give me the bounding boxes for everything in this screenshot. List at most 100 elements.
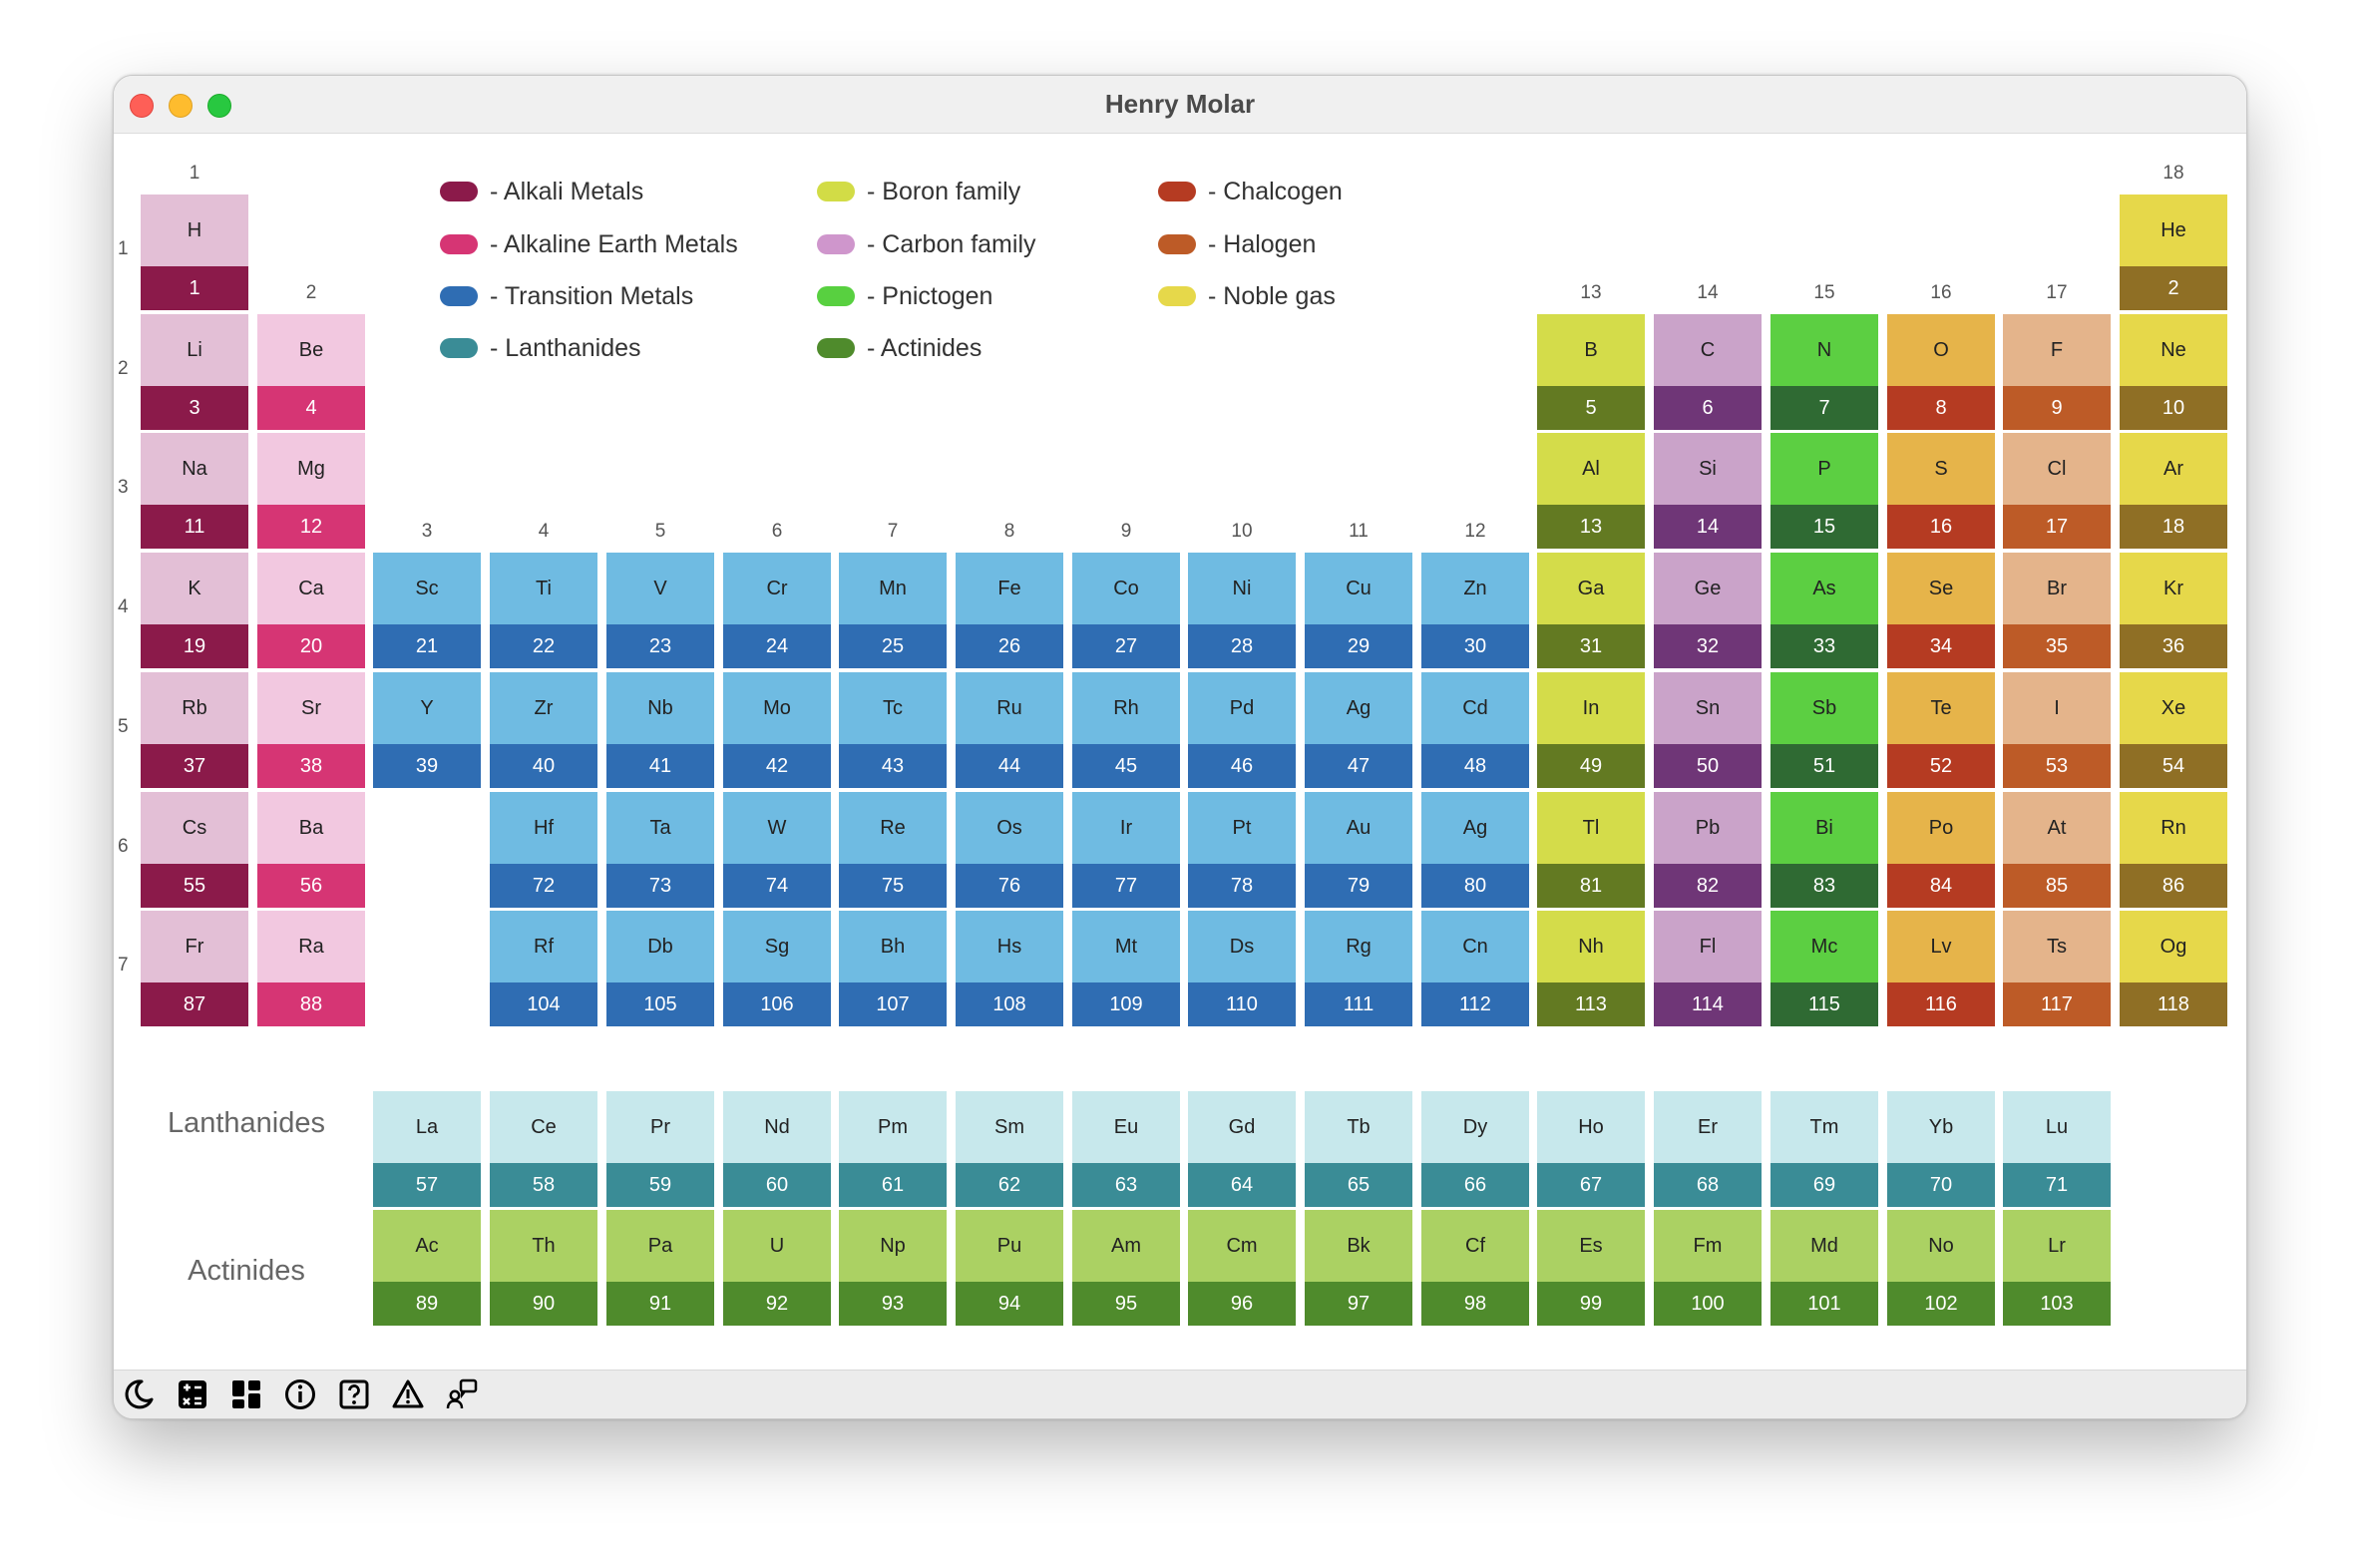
element-cell-pb-82[interactable]: Pb 82 xyxy=(1654,792,1762,908)
element-cell-u-92[interactable]: U 92 xyxy=(723,1210,831,1326)
element-cell-hf-72[interactable]: Hf 72 xyxy=(490,792,597,908)
element-cell-ra-88[interactable]: Ra 88 xyxy=(257,911,365,1026)
element-cell-n-7[interactable]: N7 xyxy=(1770,314,1878,430)
element-cell-sg-106[interactable]: Sg 106 xyxy=(723,911,831,1026)
element-cell-b-5[interactable]: B5 xyxy=(1537,314,1645,430)
element-cell-c-6[interactable]: C6 xyxy=(1654,314,1762,430)
warning-icon[interactable] xyxy=(391,1377,425,1411)
element-cell-pa-91[interactable]: Pa 91 xyxy=(606,1210,714,1326)
element-cell-sr-38[interactable]: Sr 38 xyxy=(257,672,365,788)
element-cell-nh-113[interactable]: Nh 113 xyxy=(1537,911,1645,1026)
element-cell-hs-108[interactable]: Hs 108 xyxy=(956,911,1063,1026)
element-cell-o-8[interactable]: O8 xyxy=(1887,314,1995,430)
element-cell-mn-25[interactable]: Mn 25 xyxy=(839,553,947,668)
element-cell-si-14[interactable]: Si 14 xyxy=(1654,433,1762,549)
element-cell-pt-78[interactable]: Pt 78 xyxy=(1188,792,1296,908)
info-icon[interactable] xyxy=(283,1377,317,1411)
element-cell-fl-114[interactable]: Fl 114 xyxy=(1654,911,1762,1026)
element-cell-mo-42[interactable]: Mo 42 xyxy=(723,672,831,788)
element-cell-cu-29[interactable]: Cu 29 xyxy=(1305,553,1412,668)
element-cell-re-75[interactable]: Re 75 xyxy=(839,792,947,908)
element-cell-p-15[interactable]: P 15 xyxy=(1770,433,1878,549)
element-cell-la-57[interactable]: La 57 xyxy=(373,1091,481,1207)
element-cell-tc-43[interactable]: Tc 43 xyxy=(839,672,947,788)
element-cell-ds-110[interactable]: Ds 110 xyxy=(1188,911,1296,1026)
element-cell-y-39[interactable]: Y 39 xyxy=(373,672,481,788)
element-cell-lr-103[interactable]: Lr 103 xyxy=(2003,1210,2111,1326)
element-cell-mt-109[interactable]: Mt 109 xyxy=(1072,911,1180,1026)
element-cell-bh-107[interactable]: Bh 107 xyxy=(839,911,947,1026)
help-icon[interactable] xyxy=(337,1377,371,1411)
element-cell-li-3[interactable]: Li 3 xyxy=(141,314,248,430)
element-cell-cs-55[interactable]: Cs 55 xyxy=(141,792,248,908)
element-cell-tb-65[interactable]: Tb 65 xyxy=(1305,1091,1412,1207)
element-cell-sb-51[interactable]: Sb 51 xyxy=(1770,672,1878,788)
element-cell-kr-36[interactable]: Kr 36 xyxy=(2120,553,2227,668)
element-cell-xe-54[interactable]: Xe 54 xyxy=(2120,672,2227,788)
element-cell-as-33[interactable]: As 33 xyxy=(1770,553,1878,668)
element-cell-th-90[interactable]: Th 90 xyxy=(490,1210,597,1326)
element-cell-cm-96[interactable]: Cm 96 xyxy=(1188,1210,1296,1326)
element-cell-co-27[interactable]: Co 27 xyxy=(1072,553,1180,668)
element-cell-rf-104[interactable]: Rf 104 xyxy=(490,911,597,1026)
element-cell-at-85[interactable]: At 85 xyxy=(2003,792,2111,908)
element-cell-bk-97[interactable]: Bk 97 xyxy=(1305,1210,1412,1326)
element-cell-ag-47[interactable]: Ag 47 xyxy=(1305,672,1412,788)
element-cell-zn-30[interactable]: Zn 30 xyxy=(1421,553,1529,668)
element-cell-ne-10[interactable]: Ne 10 xyxy=(2120,314,2227,430)
element-cell-cn-112[interactable]: Cn 112 xyxy=(1421,911,1529,1026)
element-cell-cl-17[interactable]: Cl 17 xyxy=(2003,433,2111,549)
element-cell-f-9[interactable]: F9 xyxy=(2003,314,2111,430)
element-cell-ni-28[interactable]: Ni 28 xyxy=(1188,553,1296,668)
element-cell-eu-63[interactable]: Eu 63 xyxy=(1072,1091,1180,1207)
moon-icon[interactable] xyxy=(122,1377,156,1411)
element-cell-lv-116[interactable]: Lv 116 xyxy=(1887,911,1995,1026)
element-cell-sn-50[interactable]: Sn 50 xyxy=(1654,672,1762,788)
element-cell-ir-77[interactable]: Ir 77 xyxy=(1072,792,1180,908)
element-cell-fe-26[interactable]: Fe 26 xyxy=(956,553,1063,668)
element-cell-og-118[interactable]: Og 118 xyxy=(2120,911,2227,1026)
element-cell-cf-98[interactable]: Cf 98 xyxy=(1421,1210,1529,1326)
element-cell-tl-81[interactable]: Tl 81 xyxy=(1537,792,1645,908)
element-cell-os-76[interactable]: Os 76 xyxy=(956,792,1063,908)
element-cell-sm-62[interactable]: Sm 62 xyxy=(956,1091,1063,1207)
element-cell-h-1[interactable]: H1 xyxy=(141,195,248,310)
element-cell-db-105[interactable]: Db 105 xyxy=(606,911,714,1026)
element-cell-rg-111[interactable]: Rg 111 xyxy=(1305,911,1412,1026)
element-cell-md-101[interactable]: Md 101 xyxy=(1770,1210,1878,1326)
element-cell-s-16[interactable]: S 16 xyxy=(1887,433,1995,549)
element-cell-rb-37[interactable]: Rb 37 xyxy=(141,672,248,788)
element-cell-rn-86[interactable]: Rn 86 xyxy=(2120,792,2227,908)
element-cell-ru-44[interactable]: Ru 44 xyxy=(956,672,1063,788)
element-cell-al-13[interactable]: Al 13 xyxy=(1537,433,1645,549)
dashboard-icon[interactable] xyxy=(229,1377,263,1411)
element-cell-w-74[interactable]: W 74 xyxy=(723,792,831,908)
element-cell-es-99[interactable]: Es 99 xyxy=(1537,1210,1645,1326)
element-cell-pr-59[interactable]: Pr 59 xyxy=(606,1091,714,1207)
element-cell-gd-64[interactable]: Gd 64 xyxy=(1188,1091,1296,1207)
element-cell-k-19[interactable]: K 19 xyxy=(141,553,248,668)
element-cell-np-93[interactable]: Np 93 xyxy=(839,1210,947,1326)
element-cell-br-35[interactable]: Br 35 xyxy=(2003,553,2111,668)
feedback-icon[interactable] xyxy=(445,1377,479,1411)
element-cell-ag-80[interactable]: Ag 80 xyxy=(1421,792,1529,908)
element-cell-cd-48[interactable]: Cd 48 xyxy=(1421,672,1529,788)
element-cell-ac-89[interactable]: Ac 89 xyxy=(373,1210,481,1326)
element-cell-na-11[interactable]: Na 11 xyxy=(141,433,248,549)
element-cell-er-68[interactable]: Er 68 xyxy=(1654,1091,1762,1207)
element-cell-ca-20[interactable]: Ca 20 xyxy=(257,553,365,668)
element-cell-no-102[interactable]: No 102 xyxy=(1887,1210,1995,1326)
element-cell-se-34[interactable]: Se 34 xyxy=(1887,553,1995,668)
element-cell-po-84[interactable]: Po 84 xyxy=(1887,792,1995,908)
element-cell-fm-100[interactable]: Fm 100 xyxy=(1654,1210,1762,1326)
element-cell-fr-87[interactable]: Fr 87 xyxy=(141,911,248,1026)
element-cell-rh-45[interactable]: Rh 45 xyxy=(1072,672,1180,788)
element-cell-sc-21[interactable]: Sc 21 xyxy=(373,553,481,668)
element-cell-ho-67[interactable]: Ho 67 xyxy=(1537,1091,1645,1207)
element-cell-he-2[interactable]: He 2 xyxy=(2120,195,2227,310)
element-cell-in-49[interactable]: In 49 xyxy=(1537,672,1645,788)
element-cell-mg-12[interactable]: Mg 12 xyxy=(257,433,365,549)
element-cell-ts-117[interactable]: Ts 117 xyxy=(2003,911,2111,1026)
element-cell-te-52[interactable]: Te 52 xyxy=(1887,672,1995,788)
element-cell-am-95[interactable]: Am 95 xyxy=(1072,1210,1180,1326)
